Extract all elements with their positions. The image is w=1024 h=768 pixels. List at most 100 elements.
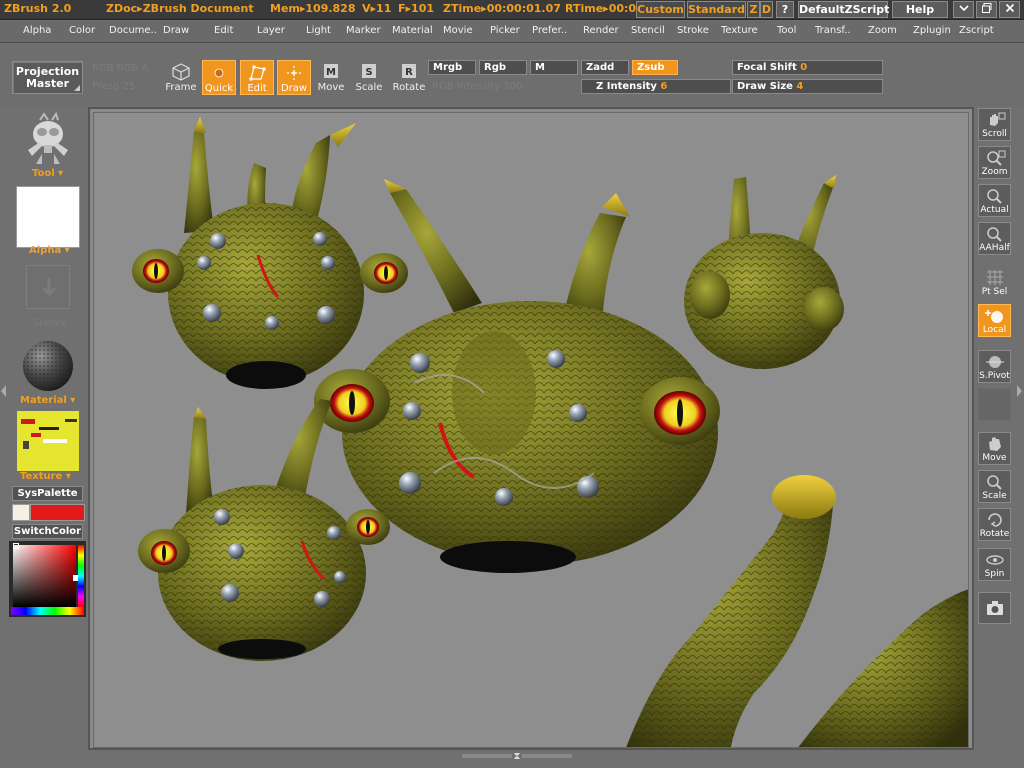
menu-tool[interactable]: Tool (777, 25, 796, 36)
z-button[interactable]: Z (747, 1, 760, 18)
minimize-button[interactable] (953, 1, 974, 18)
color-saturation-field[interactable] (13, 545, 76, 607)
alpha-swatch[interactable] (16, 186, 80, 248)
hue-bar[interactable] (11, 607, 84, 615)
scale-view-button[interactable]: Scale (978, 470, 1011, 503)
texture-swatch[interactable] (17, 411, 79, 471)
menu-render[interactable]: Render (583, 25, 619, 36)
left-panel-collapse-arrow[interactable] (1, 385, 6, 397)
menu-stroke[interactable]: Stroke (677, 25, 709, 36)
menu-stencil[interactable]: Stencil (631, 25, 665, 36)
draw-label: Draw (280, 83, 308, 94)
zoom-button[interactable]: Zoom (978, 146, 1011, 179)
draw-button[interactable]: Draw (277, 60, 311, 95)
secondary-color-swatch[interactable] (30, 504, 85, 521)
spin-button[interactable]: Spin (978, 548, 1011, 581)
close-button[interactable] (999, 1, 1020, 18)
menu-layer[interactable]: Layer (257, 25, 285, 36)
menu-light[interactable]: Light (306, 25, 331, 36)
question-button[interactable]: ? (776, 1, 794, 18)
mrgb-button[interactable]: Mrgb (428, 60, 476, 75)
bottom-panel-handle[interactable] (462, 752, 572, 760)
menu-picker[interactable]: Picker (490, 25, 520, 36)
material-sphere[interactable] (22, 340, 74, 392)
menu-zscript[interactable]: Zscript (959, 25, 994, 36)
texture-mark-1 (21, 419, 35, 424)
material-label[interactable]: Material ▾ (20, 395, 75, 406)
point-selection-button[interactable]: Pt Sel (978, 266, 1011, 299)
stencil-swatch[interactable] (26, 265, 70, 309)
rotate-view-button[interactable]: Rotate (978, 508, 1011, 541)
texture-mark-4 (65, 419, 77, 422)
z-intensity-slider[interactable]: Z Intensity 6 (581, 79, 731, 94)
right-panel-collapse-arrow[interactable] (1017, 385, 1022, 397)
scale-button[interactable]: S Scale (352, 60, 386, 95)
syspalette-button[interactable]: SysPalette (12, 486, 83, 501)
menu-transform[interactable]: Transf.. (815, 25, 851, 36)
rotate-button[interactable]: R Rotate (392, 60, 426, 95)
menu-preferences[interactable]: Prefer.. (532, 25, 567, 36)
projection-master-button[interactable]: Projection Master (12, 61, 83, 94)
focal-shift-slider[interactable]: Focal Shift 0 (732, 60, 883, 75)
zscript-button[interactable]: DefaultZScript (798, 1, 889, 18)
m-button[interactable]: M (530, 60, 578, 75)
draw-size-value: 4 (796, 81, 804, 92)
rtime-readout: RTime▸00:0 (565, 2, 637, 15)
aahalf-label: AAHalf (979, 243, 1010, 253)
draw-size-slider[interactable]: Draw Size 4 (732, 79, 883, 94)
stencil-arrow-icon (41, 278, 57, 297)
alpha-label-text: Alpha (29, 245, 62, 256)
spivot-button[interactable]: S.Pivot (978, 350, 1011, 383)
menu-zoom[interactable]: Zoom (868, 25, 897, 36)
menu-document[interactable]: Docume.. (109, 25, 157, 36)
menu-draw[interactable]: Draw (163, 25, 189, 36)
switchcolor-button[interactable]: SwitchColor (12, 524, 83, 539)
canvas-scene (132, 117, 968, 747)
move-button[interactable]: M Move (314, 60, 348, 95)
menu-marker[interactable]: Marker (346, 25, 381, 36)
z-intensity-label: Z Intensity (596, 81, 657, 92)
restore-button[interactable] (976, 1, 997, 18)
actual-button[interactable]: Actual (978, 184, 1011, 217)
cube-icon (172, 63, 190, 81)
tool-thumbnail[interactable] (22, 112, 74, 166)
menu-zplugin[interactable]: Zplugin (913, 25, 951, 36)
d-button[interactable]: D (760, 1, 773, 18)
help-button[interactable]: Help (892, 1, 948, 18)
alpha-label[interactable]: Alpha ▾ (29, 245, 70, 256)
frame-readout: F▸101 (398, 2, 434, 15)
material-label-text: Material (20, 395, 67, 406)
aahalf-button[interactable]: AAHalf (978, 222, 1011, 255)
zadd-button[interactable]: Zadd (581, 60, 629, 75)
scale-label: Scale (355, 82, 383, 93)
color-picker[interactable] (9, 541, 86, 617)
move-view-button[interactable]: Move (978, 432, 1011, 465)
creature-top-right (684, 175, 844, 369)
edit-icon (249, 65, 266, 81)
document-canvas[interactable] (93, 112, 969, 748)
tool-label[interactable]: Tool ▾ (32, 168, 63, 179)
ztime-readout: ZTime▸00:00:01.07 (443, 2, 561, 15)
quick-button[interactable]: Quick (202, 60, 236, 95)
menu-material[interactable]: Material (392, 25, 433, 36)
snapshot-button[interactable] (978, 592, 1011, 624)
edit-button[interactable]: Edit (240, 60, 274, 95)
custom-button[interactable]: Custom (636, 1, 685, 18)
scroll-button[interactable]: Scroll (978, 108, 1011, 141)
rgb-intensity-ghost-label: RGB Intensity 100 (432, 81, 523, 92)
menu-edit[interactable]: Edit (214, 25, 233, 36)
menu-texture[interactable]: Texture (721, 25, 758, 36)
zoom-magnifier-icon (986, 150, 1005, 166)
hue-strip[interactable] (78, 545, 84, 607)
zsub-button[interactable]: Zsub (632, 60, 678, 75)
rgb-button[interactable]: Rgb (479, 60, 527, 75)
local-button[interactable]: Local (978, 304, 1011, 337)
texture-label[interactable]: Texture ▾ (20, 471, 71, 482)
primary-color-swatch[interactable] (12, 504, 30, 521)
frame-button[interactable]: Frame (164, 60, 198, 95)
menu-alpha[interactable]: Alpha (23, 25, 51, 36)
menu-movie[interactable]: Movie (443, 25, 473, 36)
menu-color[interactable]: Color (69, 25, 95, 36)
standard-button[interactable]: Standard (687, 1, 746, 18)
top-shelf (0, 44, 1024, 106)
